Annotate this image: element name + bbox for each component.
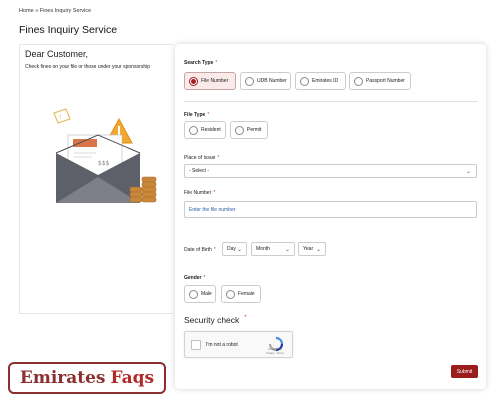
captcha-label: I'm not a robot — [206, 342, 238, 348]
svg-text:!: ! — [59, 114, 61, 121]
gender-female[interactable]: Female — [221, 285, 261, 303]
option-label: Permit — [247, 127, 262, 133]
chevron-down-icon: ⌄ — [315, 247, 321, 253]
select-value: - Select - — [189, 168, 210, 174]
fines-inquiry-form: Search Type * File Number UDB Number Emir… — [175, 44, 486, 389]
input-placeholder: Enter the file number — [189, 206, 236, 213]
gender-male[interactable]: Male — [184, 285, 216, 303]
radio-icon — [189, 125, 198, 135]
breadcrumb: Home » Fines Inquiry Service — [19, 8, 91, 14]
search-type-passport-number[interactable]: Passport Number — [349, 72, 411, 90]
radio-icon — [235, 125, 244, 135]
page-title: Fines Inquiry Service — [19, 24, 118, 36]
chevron-down-icon: ⌄ — [284, 247, 290, 253]
document-icon: ! — [53, 108, 71, 124]
security-check-title: Security check * — [184, 315, 247, 325]
date-of-birth-label: Date of Birth * — [184, 247, 216, 253]
intro-panel: Dear Customer, Check fines on your file … — [19, 44, 173, 314]
radio-icon — [189, 289, 198, 299]
option-label: Emirates ID — [312, 78, 339, 84]
search-type-udb-number[interactable]: UDB Number — [240, 72, 291, 90]
file-type-label: File Type * — [184, 112, 210, 118]
search-type-emirates-id[interactable]: Emirates ID — [295, 72, 346, 90]
breadcrumb-current: Fines Inquiry Service — [39, 8, 92, 14]
section-divider — [184, 101, 478, 102]
search-type-file-number[interactable]: File Number — [184, 72, 236, 90]
dob-day-select[interactable]: Day ⌄ — [222, 242, 247, 256]
chevron-down-icon: ⌄ — [465, 169, 471, 175]
radio-icon — [354, 76, 363, 86]
file-type-resident[interactable]: Resident — [184, 121, 226, 139]
select-value: Year — [303, 246, 314, 252]
captcha-checkbox[interactable] — [191, 340, 201, 350]
select-value: Day — [227, 246, 236, 252]
captcha-links[interactable]: Privacy - Terms — [261, 352, 289, 355]
radio-icon — [245, 76, 254, 86]
radio-icon — [226, 289, 235, 299]
option-label: Male — [201, 291, 212, 297]
breadcrumb-separator: » — [35, 8, 39, 14]
envelope-illustration-icon: ! $$$ — [53, 108, 157, 203]
watermark-word-2: Faqs — [110, 368, 155, 388]
option-label: Passport Number — [366, 78, 405, 84]
submit-button[interactable]: Submit — [451, 365, 478, 378]
intro-subtext: Check fines on your file or those under … — [25, 64, 151, 70]
watermark-word-1: Emirates — [19, 368, 106, 388]
select-value: Month — [256, 246, 270, 252]
emirates-faqs-watermark: Emirates Faqs — [8, 362, 166, 394]
dob-month-select[interactable]: Month ⌄ — [251, 242, 295, 256]
radio-icon — [300, 76, 309, 86]
radio-selected-icon — [189, 76, 198, 86]
file-number-input[interactable]: Enter the file number — [184, 201, 477, 218]
svg-text:$$$: $$$ — [98, 160, 110, 167]
option-label: Female — [238, 291, 255, 297]
dob-year-select[interactable]: Year ⌄ — [298, 242, 326, 256]
option-label: Resident — [201, 127, 221, 133]
option-label: File Number — [201, 78, 229, 84]
breadcrumb-home[interactable]: Home — [19, 8, 34, 14]
place-of-issue-label: Place of Issue * — [184, 155, 220, 161]
file-number-label: File Number * — [184, 190, 216, 196]
option-label: UDB Number — [257, 78, 287, 84]
file-type-permit[interactable]: Permit — [230, 121, 268, 139]
gender-label: Gender * — [184, 275, 206, 281]
recaptcha-widget: I'm not a robot reCAPTCHA Privacy - Term… — [184, 331, 293, 358]
captcha-brand: reCAPTCHA — [267, 348, 283, 351]
place-of-issue-select[interactable]: - Select - ⌄ — [184, 164, 477, 178]
greeting-text: Dear Customer, — [25, 49, 89, 59]
search-type-label: Search Type * — [184, 60, 218, 66]
chevron-down-icon: ⌄ — [236, 247, 242, 253]
